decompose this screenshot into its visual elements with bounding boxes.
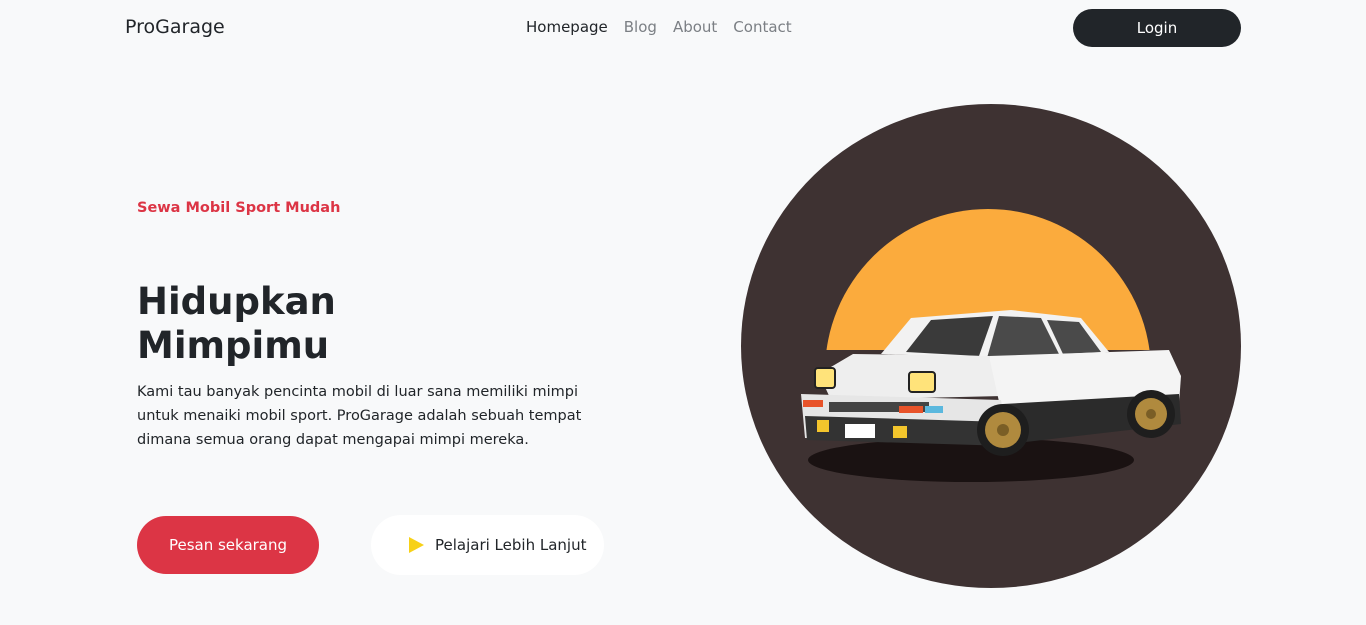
login-button[interactable]: Login [1073, 9, 1241, 47]
order-now-button[interactable]: Pesan sekarang [137, 516, 319, 574]
brand-logo[interactable]: ProGarage [125, 16, 225, 38]
hero-eyebrow: Sewa Mobil Sport Mudah [137, 200, 341, 216]
hero-car-illustration [741, 104, 1241, 588]
main-nav: Homepage Blog About Contact [526, 18, 792, 36]
learn-more-label: Pelajari Lebih Lanjut [435, 536, 587, 554]
hero-headline: Hidupkan Mimpimu [137, 280, 336, 368]
nav-link-blog[interactable]: Blog [624, 18, 657, 36]
play-icon [409, 537, 424, 553]
nav-link-homepage[interactable]: Homepage [526, 18, 608, 36]
headline-line-2: Mimpimu [137, 324, 330, 367]
landing-page: ProGarage Homepage Blog About Contact Lo… [0, 0, 1366, 625]
headline-line-1: Hidupkan [137, 280, 336, 323]
hero-description: Kami tau banyak pencinta mobil di luar s… [137, 384, 582, 448]
nav-link-contact[interactable]: Contact [733, 18, 791, 36]
nav-link-about[interactable]: About [673, 18, 717, 36]
learn-more-button[interactable]: Pelajari Lebih Lanjut [371, 515, 604, 575]
